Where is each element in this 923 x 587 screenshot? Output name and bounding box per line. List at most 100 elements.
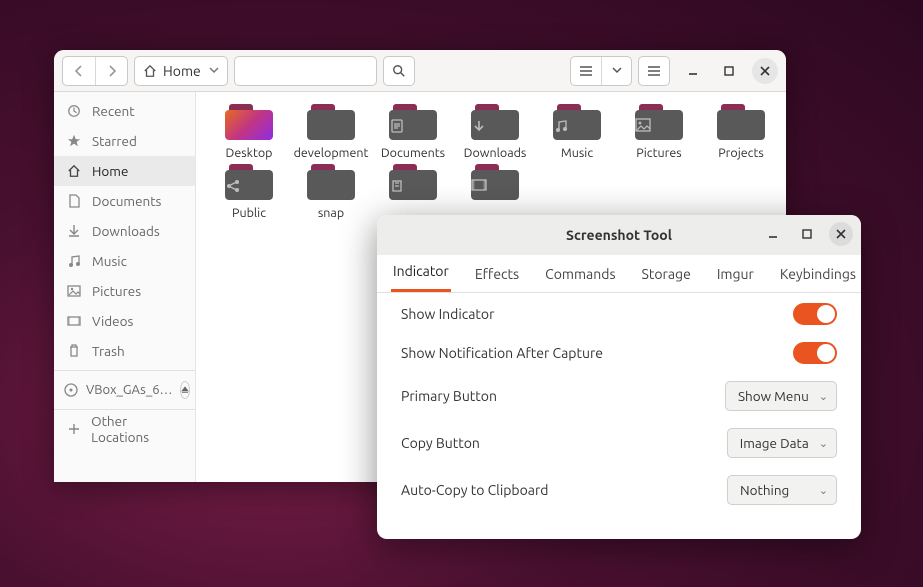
chevron-down-icon: ⌄ bbox=[819, 484, 828, 497]
path-breadcrumb[interactable]: Home bbox=[134, 56, 228, 86]
dropdown-primary-button[interactable]: Show Menu ⌄ bbox=[725, 381, 837, 411]
list-icon bbox=[579, 65, 593, 77]
close-icon bbox=[836, 229, 846, 239]
tab-keybindings[interactable]: Keybindings bbox=[778, 266, 858, 292]
sidebar-item-pictures[interactable]: Pictures bbox=[54, 276, 195, 306]
folder-label: Desktop bbox=[226, 146, 273, 160]
chevron-down-icon bbox=[612, 67, 622, 75]
minimize-button[interactable] bbox=[761, 222, 785, 246]
chevron-right-icon bbox=[107, 65, 117, 77]
chevron-down-icon: ⌄ bbox=[819, 390, 828, 403]
search-icon bbox=[392, 64, 406, 78]
sidebar-separator bbox=[54, 370, 195, 371]
row-show-indicator: Show Indicator bbox=[401, 303, 837, 325]
dialog-title: Screenshot Tool bbox=[566, 227, 672, 243]
folder-item[interactable]: Pictures bbox=[618, 102, 700, 160]
sidebar-item-other-locations[interactable]: Other Locations bbox=[54, 414, 195, 444]
maximize-icon bbox=[724, 66, 734, 76]
hamburger-menu-button[interactable] bbox=[638, 56, 670, 86]
dropdown-value: Show Menu bbox=[738, 388, 809, 404]
folder-label: Pictures bbox=[636, 146, 681, 160]
tab-storage[interactable]: Storage bbox=[640, 266, 693, 292]
sidebar-item-documents[interactable]: Documents bbox=[54, 186, 195, 216]
folder-icon bbox=[471, 102, 519, 142]
nav-back-forward bbox=[62, 56, 128, 86]
dropdown-auto-copy[interactable]: Nothing ⌄ bbox=[727, 475, 837, 505]
folder-label: Public bbox=[232, 206, 266, 220]
plus-icon bbox=[66, 423, 81, 435]
sidebar-item-device[interactable]: VBox_GAs_6… bbox=[54, 375, 195, 405]
toggle-show-indicator[interactable] bbox=[793, 303, 837, 325]
forward-button[interactable] bbox=[95, 57, 127, 85]
maximize-button[interactable] bbox=[716, 58, 742, 84]
folder-item[interactable]: Documents bbox=[372, 102, 454, 160]
sidebar-label: Home bbox=[92, 163, 128, 179]
folder-item[interactable]: Music bbox=[536, 102, 618, 160]
back-button[interactable] bbox=[63, 57, 95, 85]
sidebar-item-recent[interactable]: Recent bbox=[54, 96, 195, 126]
sidebar-label: Trash bbox=[92, 343, 125, 359]
folder-label: snap bbox=[318, 206, 344, 220]
maximize-button[interactable] bbox=[795, 222, 819, 246]
close-button[interactable] bbox=[752, 58, 778, 84]
close-icon bbox=[760, 66, 770, 76]
folder-icon bbox=[717, 102, 765, 142]
tab-indicator[interactable]: Indicator bbox=[391, 263, 451, 292]
tab-imgur[interactable]: Imgur bbox=[715, 266, 756, 292]
sidebar-label: Other Locations bbox=[91, 413, 183, 445]
folder-icon bbox=[553, 102, 601, 142]
sidebar-item-videos[interactable]: Videos bbox=[54, 306, 195, 336]
setting-label: Copy Button bbox=[401, 435, 480, 451]
eject-button[interactable] bbox=[180, 381, 190, 399]
folder-icon bbox=[225, 162, 273, 202]
minimize-button[interactable] bbox=[680, 58, 706, 84]
folder-item[interactable] bbox=[372, 162, 454, 220]
folder-label: Downloads bbox=[464, 146, 527, 160]
folder-item[interactable]: snap bbox=[290, 162, 372, 220]
row-primary-button: Primary Button Show Menu ⌄ bbox=[401, 381, 837, 411]
minimize-icon bbox=[767, 228, 779, 240]
folder-label: Projects bbox=[718, 146, 764, 160]
folder-label: development bbox=[294, 146, 369, 160]
location-bar[interactable] bbox=[234, 56, 377, 86]
sidebar-item-trash[interactable]: Trash bbox=[54, 336, 195, 366]
download-icon bbox=[66, 224, 82, 238]
sidebar-label: Pictures bbox=[92, 283, 141, 299]
search-button[interactable] bbox=[383, 56, 415, 86]
minimize-icon bbox=[687, 65, 699, 77]
chevron-down-icon: ⌄ bbox=[819, 437, 828, 450]
folder-icon bbox=[635, 102, 683, 142]
sidebar-label: Recent bbox=[92, 103, 135, 119]
picture-icon bbox=[66, 285, 82, 297]
folder-item[interactable]: Desktop bbox=[208, 102, 290, 160]
sidebar-item-music[interactable]: Music bbox=[54, 246, 195, 276]
chevron-down-icon bbox=[209, 67, 219, 75]
document-icon bbox=[66, 194, 82, 208]
dropdown-copy-button[interactable]: Image Data ⌄ bbox=[727, 428, 837, 458]
row-auto-copy: Auto-Copy to Clipboard Nothing ⌄ bbox=[401, 475, 837, 505]
star-icon bbox=[66, 134, 82, 148]
view-options-button[interactable] bbox=[601, 57, 631, 85]
hamburger-icon bbox=[647, 65, 661, 77]
trash-icon bbox=[66, 344, 82, 358]
toggle-show-notification[interactable] bbox=[793, 342, 837, 364]
home-icon bbox=[143, 64, 157, 78]
folder-item[interactable]: Projects bbox=[700, 102, 782, 160]
setting-label: Show Indicator bbox=[401, 306, 494, 322]
dropdown-value: Nothing bbox=[740, 482, 789, 498]
tab-commands[interactable]: Commands bbox=[543, 266, 617, 292]
folder-item[interactable]: Downloads bbox=[454, 102, 536, 160]
sidebar-item-home[interactable]: Home bbox=[54, 156, 195, 186]
dialog-body: Show Indicator Show Notification After C… bbox=[377, 293, 861, 539]
close-button[interactable] bbox=[829, 222, 853, 246]
tab-effects[interactable]: Effects bbox=[473, 266, 521, 292]
sidebar-item-starred[interactable]: Starred bbox=[54, 126, 195, 156]
sidebar-item-downloads[interactable]: Downloads bbox=[54, 216, 195, 246]
folder-item[interactable]: development bbox=[290, 102, 372, 160]
sidebar-label: Music bbox=[92, 253, 127, 269]
folder-item[interactable]: Public bbox=[208, 162, 290, 220]
chevron-left-icon bbox=[74, 65, 84, 77]
sidebar-label: Videos bbox=[92, 313, 133, 329]
folder-item[interactable] bbox=[454, 162, 536, 220]
list-view-button[interactable] bbox=[571, 57, 601, 85]
